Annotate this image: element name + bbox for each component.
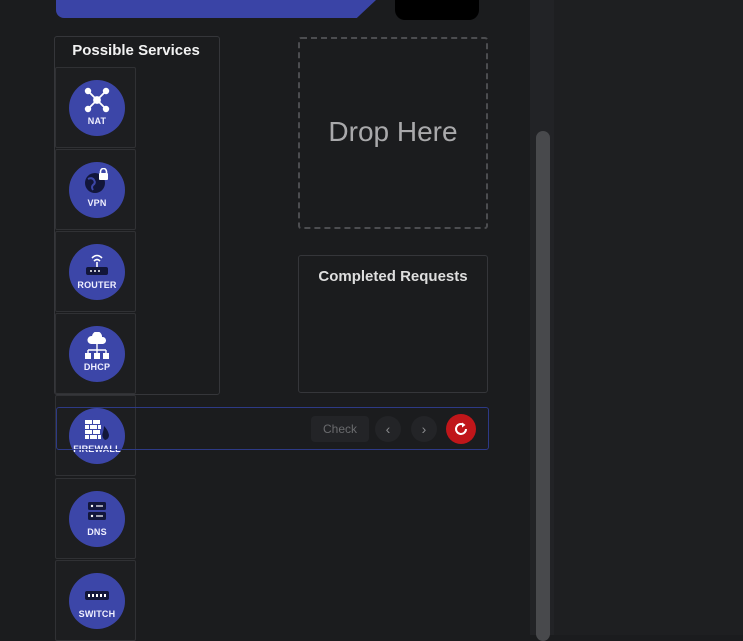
service-badge: DNS <box>69 491 125 547</box>
network-hub-icon <box>84 87 110 113</box>
service-label: DNS <box>87 527 107 537</box>
service-label: SWITCH <box>78 609 116 619</box>
service-badge: NAT <box>69 80 125 136</box>
switch-icon <box>85 591 109 600</box>
router-icon <box>86 254 108 275</box>
service-tile-dns[interactable]: DNS <box>55 478 136 559</box>
drop-zone-label: Drop Here <box>328 116 458 147</box>
service-badge: DHCP <box>69 326 125 382</box>
server-stack-icon <box>88 502 106 520</box>
refresh-button[interactable] <box>446 414 476 444</box>
service-label: NAT <box>87 116 107 126</box>
service-tile-vpn[interactable]: VPN <box>55 149 136 230</box>
service-badge: ROUTER <box>69 244 125 300</box>
next-button[interactable]: › <box>411 416 437 442</box>
service-label: ROUTER <box>77 280 117 290</box>
scrollbar-thumb[interactable] <box>536 131 550 641</box>
top-banner <box>56 0 376 18</box>
refresh-icon <box>455 422 467 435</box>
service-badge: VPN <box>69 162 125 218</box>
check-button[interactable]: Check <box>311 416 369 442</box>
service-label: VPN <box>87 198 107 208</box>
top-pill <box>395 0 479 20</box>
possible-services-title: Possible Services <box>72 42 200 59</box>
cloud-network-icon <box>85 332 109 359</box>
service-label: DHCP <box>83 362 111 372</box>
completed-requests-title: Completed Requests <box>318 268 468 285</box>
service-badge: SWITCH <box>69 573 125 629</box>
prev-button[interactable]: ‹ <box>375 416 401 442</box>
service-tile-nat[interactable]: NAT <box>55 67 136 148</box>
right-panel <box>554 0 743 635</box>
service-tile-dhcp[interactable]: DHCP <box>55 313 136 394</box>
service-tile-router[interactable]: ROUTER <box>55 231 136 312</box>
globe-lock-icon <box>85 168 108 193</box>
service-tile-switch[interactable]: SWITCH <box>55 560 136 641</box>
